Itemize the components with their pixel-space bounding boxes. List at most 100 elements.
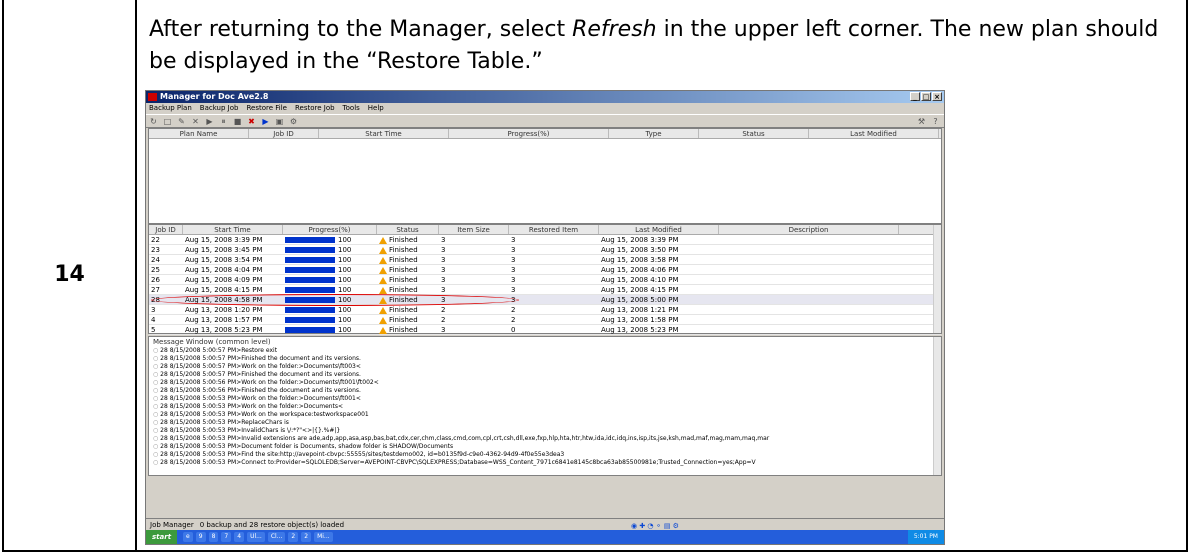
close-button[interactable]: × bbox=[932, 92, 942, 101]
tools-icon[interactable]: ⚒ bbox=[917, 117, 926, 126]
status-text: 0 backup and 28 restore object(s) loaded bbox=[199, 521, 345, 529]
cell-id: 4 bbox=[151, 316, 156, 324]
progress-bar bbox=[285, 247, 335, 253]
table-row[interactable]: 4 Aug 13, 2008 1:57 PM 100 Finished 2 2 Aug 13… bbox=[149, 315, 941, 325]
plan-column-header[interactable]: Type bbox=[609, 129, 699, 138]
edit-icon[interactable]: ✎ bbox=[177, 117, 186, 126]
menu-item[interactable]: Backup Plan bbox=[149, 103, 192, 114]
cell-status: Finished bbox=[377, 305, 439, 314]
job-column-header[interactable]: Last Modified bbox=[599, 225, 719, 234]
taskbar-item[interactable]: 2 bbox=[301, 532, 312, 542]
menu-item[interactable]: Restore File bbox=[246, 103, 287, 114]
delete-icon[interactable]: ✕ bbox=[191, 117, 200, 126]
highlight-ellipse bbox=[151, 294, 519, 306]
minimize-button[interactable]: _ bbox=[910, 92, 920, 101]
cell-size: 3 bbox=[441, 246, 446, 254]
monitor-icon[interactable]: ▣ bbox=[275, 117, 284, 126]
progress-bar bbox=[285, 267, 335, 273]
cell-desc bbox=[719, 275, 899, 284]
table-row[interactable]: 26 Aug 15, 2008 4:09 PM 100 Finished 3 3 Aug 1… bbox=[149, 275, 941, 285]
plan-column-header[interactable]: Progress(%) bbox=[449, 129, 609, 138]
message-line: 28 8/15/2008 5:00:57 PM>Work on the fold… bbox=[149, 363, 941, 371]
vertical-scrollbar[interactable] bbox=[933, 225, 941, 333]
table-row[interactable]: 5 Aug 13, 2008 5:23 PM 100 Finished 3 0 Aug 13… bbox=[149, 325, 941, 335]
table-row[interactable]: 3 Aug 13, 2008 1:20 PM 100 Finished 2 2 Aug 13… bbox=[149, 305, 941, 315]
taskbar-item[interactable]: Cl... bbox=[267, 532, 286, 542]
restore-table-header: Job ID Start Time Progress(%) Status Item Si… bbox=[149, 225, 941, 235]
cell-restored: 2 bbox=[511, 316, 516, 324]
warning-icon bbox=[379, 236, 387, 244]
cell-modified: Aug 15, 2008 5:00 PM bbox=[601, 296, 679, 304]
taskbar-item[interactable]: 4 bbox=[234, 532, 245, 542]
plan-column-header[interactable]: Last Modified bbox=[809, 129, 939, 138]
new-icon[interactable]: □ bbox=[163, 117, 172, 126]
job-column-header[interactable]: Job ID bbox=[149, 225, 183, 234]
job-column-header[interactable]: Progress(%) bbox=[283, 225, 377, 234]
cell-start: Aug 15, 2008 3:45 PM bbox=[185, 246, 263, 254]
job-column-header[interactable]: Status bbox=[377, 225, 439, 234]
status-value: Finished bbox=[389, 316, 418, 324]
job-column-header[interactable]: Item Size bbox=[439, 225, 509, 234]
cell-progress: 100 bbox=[283, 255, 377, 264]
menu-item[interactable]: Help bbox=[368, 103, 384, 114]
job-column-header[interactable]: Description bbox=[719, 225, 899, 234]
table-row[interactable]: 25 Aug 15, 2008 4:04 PM 100 Finished 3 3 Aug 1… bbox=[149, 265, 941, 275]
cell-progress: 100 bbox=[283, 245, 377, 254]
taskbar-item[interactable]: 7 bbox=[221, 532, 232, 542]
plan-column-header[interactable]: Plan Name bbox=[149, 129, 249, 138]
taskbar-item[interactable]: 9 bbox=[195, 532, 206, 542]
taskbar-item[interactable]: 8 bbox=[208, 532, 219, 542]
help-icon[interactable]: ? bbox=[931, 117, 940, 126]
start-button[interactable]: start bbox=[146, 530, 178, 544]
menu-bar: Backup Plan Backup Job Restore File Restore… bbox=[146, 103, 944, 114]
menu-item[interactable]: Restore Job bbox=[295, 103, 335, 114]
plan-column-header[interactable]: Start Time bbox=[319, 129, 449, 138]
job-column-header[interactable]: Start Time bbox=[183, 225, 283, 234]
cell-start: Aug 13, 2008 5:23 PM bbox=[185, 326, 263, 334]
cell-restored: 3 bbox=[511, 256, 516, 264]
menu-item[interactable]: Tools bbox=[343, 103, 360, 114]
play-icon[interactable]: ▶ bbox=[205, 117, 214, 126]
progress-bar bbox=[285, 317, 335, 323]
menu-item[interactable]: Backup Job bbox=[200, 103, 239, 114]
message-scrollbar[interactable] bbox=[933, 337, 941, 475]
maximize-button[interactable]: □ bbox=[921, 92, 931, 101]
plan-table: Plan Name Job ID Start Time Progress(%) Type… bbox=[148, 128, 942, 224]
cell-modified: Aug 15, 2008 4:06 PM bbox=[601, 266, 679, 274]
taskbar-item[interactable]: e bbox=[183, 532, 193, 542]
status-value: Finished bbox=[389, 266, 418, 274]
settings-icon[interactable]: ⚙ bbox=[289, 117, 298, 126]
message-line: 28 8/15/2008 5:00:53 PM>Work on the fold… bbox=[149, 403, 941, 411]
plan-column-header[interactable]: Job ID bbox=[249, 129, 319, 138]
taskbar-item[interactable]: Ul... bbox=[247, 532, 265, 542]
message-line: 28 8/15/2008 5:00:53 PM>Invalid extensio… bbox=[149, 435, 941, 443]
refresh-icon[interactable]: ↻ bbox=[149, 117, 158, 126]
cell-modified: Aug 15, 2008 3:39 PM bbox=[601, 236, 679, 244]
cell-start: Aug 13, 2008 1:20 PM bbox=[185, 306, 263, 314]
cell-id: 27 bbox=[151, 286, 160, 294]
plan-table-body bbox=[149, 139, 941, 225]
cancel-icon[interactable]: ✖ bbox=[247, 117, 256, 126]
table-row[interactable]: 22 Aug 15, 2008 3:39 PM 100 Finished 3 3 Aug 1… bbox=[149, 235, 941, 245]
plan-column-header[interactable]: Status bbox=[699, 129, 809, 138]
app-icon bbox=[148, 93, 157, 101]
cell-restored: 3 bbox=[511, 236, 516, 244]
cell-restored: 3 bbox=[511, 266, 516, 274]
status-value: Finished bbox=[389, 246, 418, 254]
run-icon[interactable]: ▶ bbox=[261, 117, 270, 126]
status-value: Finished bbox=[389, 276, 418, 284]
cell-size: 2 bbox=[441, 316, 446, 324]
cell-status: Finished bbox=[377, 255, 439, 264]
cell-id: 24 bbox=[151, 256, 160, 264]
taskbar-item[interactable]: 2 bbox=[288, 532, 299, 542]
cell-id: 23 bbox=[151, 246, 160, 254]
message-line: 28 8/15/2008 5:00:53 PM>ReplaceChars is bbox=[149, 419, 941, 427]
pause-icon[interactable]: ⏸ bbox=[219, 117, 228, 126]
stop-icon[interactable]: ■ bbox=[233, 117, 242, 126]
job-column-header[interactable]: Restored Item bbox=[509, 225, 599, 234]
table-row[interactable]: 24 Aug 15, 2008 3:54 PM 100 Finished 3 3 Aug 1… bbox=[149, 255, 941, 265]
cell-id: 5 bbox=[151, 326, 156, 334]
progress-value: 100 bbox=[338, 306, 352, 314]
taskbar-item[interactable]: Mi... bbox=[314, 532, 333, 542]
table-row[interactable]: 23 Aug 15, 2008 3:45 PM 100 Finished 3 3 Aug 1… bbox=[149, 245, 941, 255]
